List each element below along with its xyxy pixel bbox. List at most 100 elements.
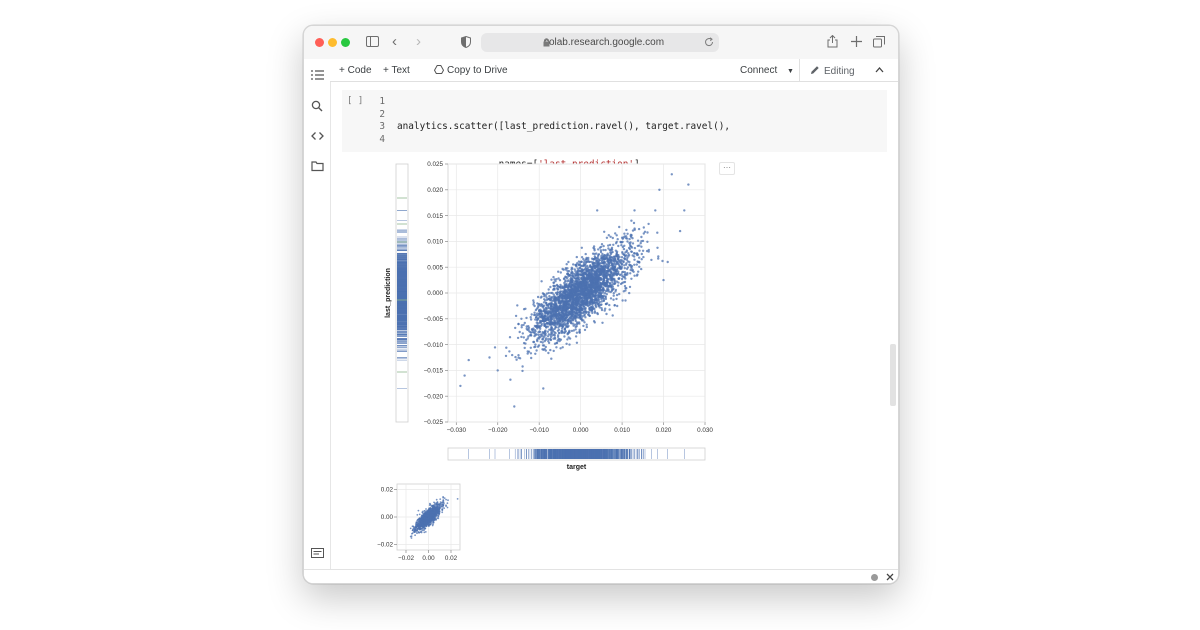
x-tick-label: 0.000 — [573, 427, 589, 434]
data-point — [529, 346, 532, 349]
y-tick-label: 0.010 — [427, 239, 443, 246]
data-point — [586, 269, 590, 273]
data-point — [600, 243, 604, 246]
data-point — [539, 310, 543, 313]
data-point — [558, 322, 561, 325]
data-point — [572, 263, 575, 266]
data-point — [556, 323, 559, 326]
data-point — [609, 282, 612, 285]
data-point — [632, 270, 635, 273]
data-point — [602, 297, 606, 301]
data-point — [609, 277, 612, 280]
data-point — [605, 302, 608, 306]
data-point — [564, 326, 567, 329]
data-point — [615, 293, 619, 297]
data-point — [542, 348, 545, 351]
data-point — [540, 316, 543, 319]
data-point — [550, 311, 553, 314]
data-point — [611, 314, 614, 317]
data-point — [562, 293, 565, 297]
data-point — [613, 279, 616, 282]
data-point — [546, 335, 550, 338]
data-point — [595, 270, 598, 273]
data-point — [611, 273, 614, 276]
data-point — [544, 345, 547, 349]
data-point — [537, 317, 540, 321]
data-point — [647, 222, 650, 226]
data-point — [586, 273, 589, 276]
data-point — [612, 294, 615, 297]
data-point — [544, 334, 547, 337]
data-point — [514, 355, 517, 359]
data-point — [552, 275, 555, 279]
data-point — [628, 260, 631, 264]
data-point — [541, 331, 544, 334]
data-point — [646, 231, 649, 234]
data-point — [526, 350, 529, 353]
data-point — [552, 281, 555, 284]
data-point — [567, 270, 571, 273]
data-point — [574, 274, 578, 277]
data-point — [534, 316, 538, 319]
data-point — [631, 242, 635, 245]
data-point — [640, 258, 643, 261]
data-point — [577, 308, 580, 312]
data-point — [575, 331, 579, 334]
data-point — [558, 279, 562, 282]
data-point — [615, 297, 618, 301]
data-point — [687, 183, 690, 186]
data-point — [638, 249, 641, 252]
data-point — [605, 266, 608, 269]
data-point — [566, 338, 569, 341]
data-point — [562, 277, 566, 281]
data-point — [607, 258, 610, 261]
data-point — [553, 288, 556, 291]
data-point — [622, 275, 625, 279]
data-point — [577, 313, 580, 317]
data-point — [556, 291, 559, 294]
data-point — [549, 348, 552, 352]
data-point — [549, 328, 553, 331]
data-point — [548, 307, 551, 310]
data-point — [596, 300, 599, 303]
data-point — [557, 314, 560, 318]
data-point — [563, 290, 567, 293]
data-point — [547, 338, 550, 341]
data-point — [550, 278, 553, 281]
data-point — [617, 281, 620, 284]
data-point — [538, 324, 541, 327]
data-point — [627, 252, 630, 255]
data-point — [590, 268, 593, 271]
data-point — [552, 317, 556, 320]
data-point — [511, 353, 514, 357]
data-point — [618, 277, 621, 280]
data-point — [561, 325, 564, 328]
data-point — [568, 343, 571, 346]
x-tick-label: −0.030 — [447, 427, 467, 434]
data-point — [570, 322, 573, 325]
data-point — [579, 284, 582, 288]
data-point — [563, 281, 566, 285]
data-point — [615, 250, 619, 253]
data-point — [616, 238, 619, 241]
data-point — [642, 255, 645, 259]
data-point — [616, 267, 619, 270]
data-point — [630, 264, 634, 268]
data-point — [557, 310, 561, 313]
data-point — [657, 257, 660, 260]
data-point — [614, 232, 617, 235]
data-point — [622, 270, 625, 274]
data-point — [623, 244, 626, 247]
data-point — [529, 316, 532, 319]
data-point — [582, 324, 585, 328]
data-point — [602, 274, 606, 278]
data-point — [556, 285, 560, 288]
data-point — [561, 310, 564, 313]
data-point — [582, 299, 586, 302]
data-point — [623, 258, 627, 261]
data-point — [601, 257, 604, 260]
data-point — [597, 303, 600, 306]
data-point — [557, 326, 560, 329]
data-point — [571, 290, 574, 293]
data-point — [540, 314, 543, 317]
